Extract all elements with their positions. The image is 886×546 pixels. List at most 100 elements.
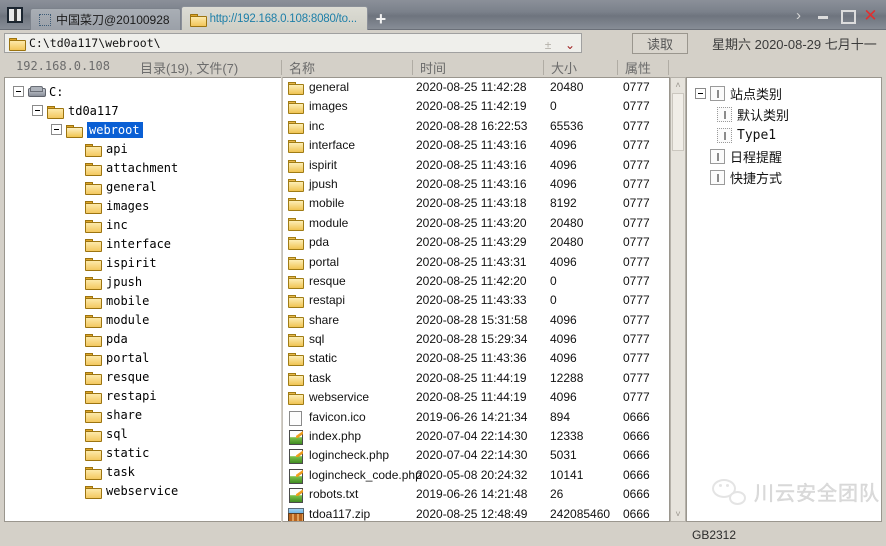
tree-node[interactable]: td0a117 [5,101,281,120]
file-name: static [309,351,337,365]
file-row[interactable]: general2020-08-25 11:42:28204800777 [283,78,669,97]
file-row[interactable]: webservice2020-08-25 11:44:1940960777 [283,388,669,407]
tab-chopper[interactable]: 中国菜刀@20100928 [30,8,181,30]
tree-node-label: webroot [87,122,143,138]
column-header-size[interactable]: 大小 [551,58,577,77]
tree-node-label: C: [49,85,63,99]
file-attr: 0666 [623,448,650,462]
minimize-button[interactable] [815,7,830,23]
file-row[interactable]: favicon.ico2019-06-26 14:21:348940666 [283,408,669,427]
path-input[interactable]: C:\td0a117\webroot\ ± ⌄ [4,33,582,53]
file-row[interactable]: interface2020-08-25 11:43:1640960777 [283,136,669,155]
file-row[interactable]: portal2020-08-25 11:43:3140960777 [283,253,669,272]
tree-node[interactable]: general [5,177,281,196]
read-button[interactable]: 读取 [632,33,688,54]
expand-collapse-icon[interactable] [13,86,24,97]
tree-node[interactable]: resque [5,367,281,386]
file-row[interactable]: ispirit2020-08-25 11:43:1640960777 [283,156,669,175]
tree-node[interactable]: share [5,405,281,424]
file-row[interactable]: logincheck_code.php2020-05-08 20:24:3210… [283,466,669,485]
maximize-button[interactable] [839,7,854,23]
file-row[interactable]: tdoa117.zip2020-08-25 12:48:492420854600… [283,505,669,522]
encoding-label: GB2312 [692,528,736,542]
tree-node[interactable]: ispirit [5,253,281,272]
column-header-attr[interactable]: 属性 [625,58,651,77]
spinner-icon[interactable]: ± [541,38,555,52]
tree-node[interactable]: attachment [5,158,281,177]
doc-icon [288,488,303,501]
tree-node-label: webservice [106,484,178,498]
file-row[interactable]: share2020-08-28 15:31:5840960777 [283,311,669,330]
site-tree-node-label: 日程提醒 [730,147,782,166]
tab-remote-shell[interactable]: http://192.168.0.108:8080/to... [181,6,368,30]
file-row[interactable]: logincheck.php2020-07-04 22:14:305031066… [283,446,669,465]
tree-node-label: mobile [106,294,149,308]
tree-node-label: resque [106,370,149,384]
folder-icon [85,295,100,307]
file-attr: 0777 [623,371,650,385]
tree-node[interactable]: module [5,310,281,329]
tree-node[interactable]: api [5,139,281,158]
column-header-name[interactable]: 名称 [289,58,315,77]
site-tree-node[interactable]: 站点类别 [687,83,881,104]
expand-collapse-icon[interactable] [51,124,62,135]
file-row[interactable]: pda2020-08-25 11:43:29204800777 [283,233,669,252]
file-list-panel[interactable]: general2020-08-25 11:42:28204800777image… [282,77,670,522]
file-name: interface [309,138,355,152]
app-menu-button[interactable] [0,0,30,30]
tree-node[interactable]: pda [5,329,281,348]
tree-node[interactable]: mobile [5,291,281,310]
chevron-right-icon[interactable]: › [791,7,806,23]
file-row[interactable]: inc2020-08-28 16:22:53655360777 [283,117,669,136]
file-list-scrollbar[interactable]: ˄ ˅ [670,77,686,522]
file-attr: 0777 [623,390,650,404]
file-row[interactable]: static2020-08-25 11:43:3640960777 [283,349,669,368]
file-size: 242085460 [550,507,610,521]
tree-node[interactable]: images [5,196,281,215]
tree-node[interactable]: inc [5,215,281,234]
chevron-down-icon[interactable]: ⌄ [565,38,575,52]
tree-node[interactable]: task [5,462,281,481]
file-name: sql [309,332,324,346]
tree-node[interactable]: sql [5,424,281,443]
file-row[interactable]: resque2020-08-25 11:42:2000777 [283,272,669,291]
site-tree-node[interactable]: 日程提醒 [687,146,881,167]
file-row[interactable]: images2020-08-25 11:42:1900777 [283,97,669,116]
tree-node[interactable]: interface [5,234,281,253]
file-row[interactable]: module2020-08-25 11:43:20204800777 [283,214,669,233]
file-size: 4096 [550,158,577,172]
scroll-up-icon[interactable]: ˄ [671,78,685,92]
file-row[interactable]: index.php2020-07-04 22:14:30123380666 [283,427,669,446]
folder-icon [288,275,303,288]
tree-node[interactable]: C: [5,82,281,101]
site-tree-node[interactable]: Type1 [687,125,881,146]
tree-node[interactable]: jpush [5,272,281,291]
tree-node[interactable]: static [5,443,281,462]
file-row[interactable]: jpush2020-08-25 11:43:1640960777 [283,175,669,194]
tree-node[interactable]: restapi [5,386,281,405]
folder-icon [85,333,100,345]
tree-node[interactable]: webroot [5,120,281,139]
file-row[interactable]: sql2020-08-28 15:29:3440960777 [283,330,669,349]
tree-node[interactable]: portal [5,348,281,367]
file-row[interactable]: task2020-08-25 11:44:19122880777 [283,369,669,388]
new-tab-button[interactable]: + [368,8,394,30]
column-header-time[interactable]: 时间 [420,58,446,77]
folder-icon [85,162,100,174]
tree-node[interactable]: webservice [5,481,281,500]
close-button[interactable]: ✕ [863,7,878,23]
schedule-reminder-icon [710,149,725,164]
file-row[interactable]: restapi2020-08-25 11:43:3300777 [283,291,669,310]
site-tree-node[interactable]: 默认类别 [687,104,881,125]
file-row[interactable]: mobile2020-08-25 11:43:1881920777 [283,194,669,213]
directory-tree-panel[interactable]: C: td0a117 webrootapiattachmentgeneralimag… [4,77,281,522]
scrollbar-thumb[interactable] [672,93,684,151]
file-time: 2020-08-25 11:44:19 [416,371,527,385]
file-size: 894 [550,410,570,424]
site-category-panel[interactable]: 站点类别默认类别Type1日程提醒快捷方式 [686,77,882,522]
site-tree-node[interactable]: 快捷方式 [687,167,881,188]
expand-collapse-icon[interactable] [695,88,706,99]
expand-collapse-icon[interactable] [32,105,43,116]
scroll-down-icon[interactable]: ˅ [671,507,685,521]
file-row[interactable]: robots.txt2019-06-26 14:21:48260666 [283,485,669,504]
